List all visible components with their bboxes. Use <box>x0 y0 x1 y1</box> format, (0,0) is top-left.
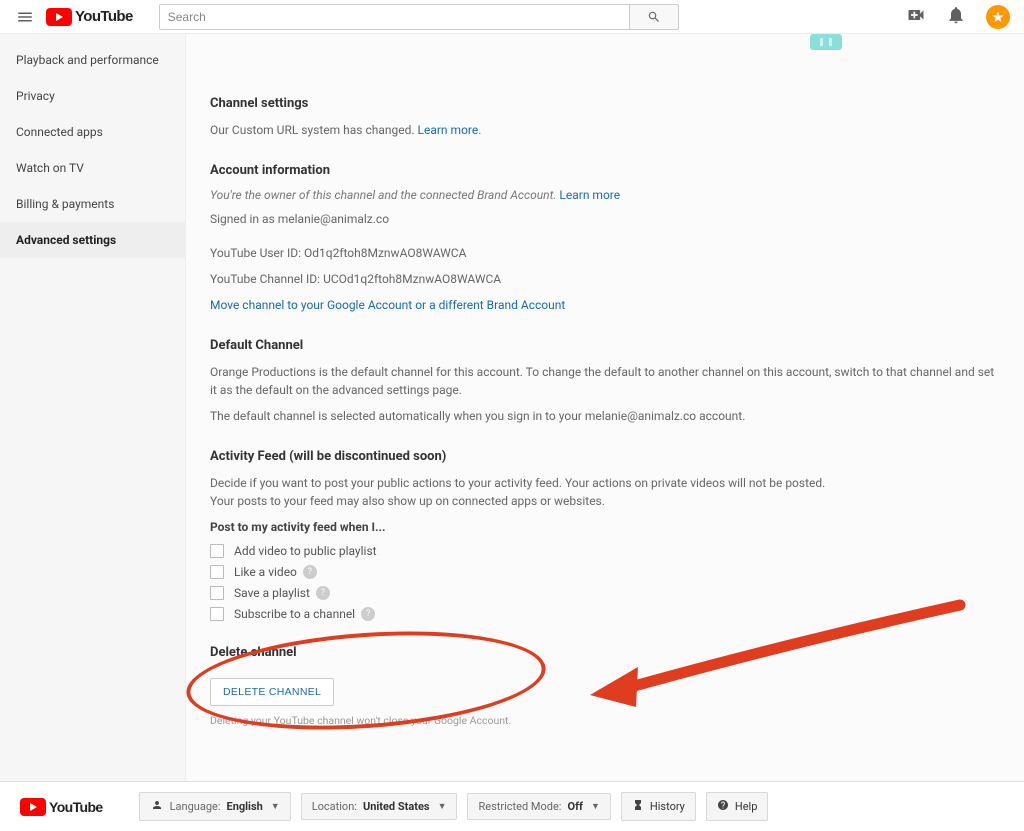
sidebar-item-billing[interactable]: Billing & payments <box>0 186 185 222</box>
main-content: Channel settings Our Custom URL system h… <box>186 34 1024 781</box>
help-icon[interactable]: ? <box>303 565 317 579</box>
section-default-channel: Default Channel Orange Productions is th… <box>210 338 1000 425</box>
account-owner-learn-more[interactable]: Learn more <box>559 188 620 202</box>
settings-sidebar: Playback and performance Privacy Connect… <box>0 34 186 781</box>
top-bar: YouTube <box>0 0 1024 34</box>
search-input[interactable] <box>159 4 629 30</box>
sidebar-item-privacy[interactable]: Privacy <box>0 78 185 114</box>
default-channel-title: Default Channel <box>210 338 1000 353</box>
footer-location-button[interactable]: Location: United States ▼ <box>301 793 458 820</box>
sidebar-item-playback[interactable]: Playback and performance <box>0 42 185 78</box>
channel-settings-learn-more[interactable]: Learn more <box>418 123 479 137</box>
chevron-down-icon: ▼ <box>271 801 280 812</box>
checkbox-like-video[interactable]: Like a video ? <box>210 565 1000 579</box>
checkbox-label: Save a playlist <box>234 586 310 600</box>
section-account-info: Account information You're the owner of … <box>210 163 1000 314</box>
checkbox-label: Subscribe to a channel <box>234 607 355 621</box>
account-info-title: Account information <box>210 163 1000 178</box>
logo-text: YouTube <box>49 799 103 815</box>
footer-bar: YouTube Language: English ▼ Location: Un… <box>0 781 1024 831</box>
youtube-play-icon <box>20 798 46 816</box>
checkbox-icon[interactable] <box>210 586 224 600</box>
signed-in-as: Signed in as melanie@animalz.co <box>210 210 1000 228</box>
chevron-down-icon: ▼ <box>438 801 447 812</box>
logo-text: YouTube <box>75 8 133 25</box>
checkbox-label: Add video to public playlist <box>234 544 377 558</box>
footer-restricted-button[interactable]: Restricted Mode: Off ▼ <box>467 793 610 820</box>
footer-history-button[interactable]: History <box>621 792 696 821</box>
youtube-logo[interactable]: YouTube <box>46 8 133 26</box>
youtube-play-icon <box>46 8 72 26</box>
checkbox-icon[interactable] <box>210 607 224 621</box>
delete-channel-title: Delete channel <box>210 645 1000 660</box>
sidebar-item-advanced-settings[interactable]: Advanced settings <box>0 222 185 258</box>
footer-youtube-logo[interactable]: YouTube <box>20 798 103 816</box>
hourglass-icon <box>632 799 644 814</box>
default-channel-body2: The default channel is selected automati… <box>210 407 1000 425</box>
chevron-down-icon: ▼ <box>591 801 600 812</box>
footer-help-button[interactable]: Help <box>706 792 769 821</box>
menu-icon[interactable] <box>14 6 36 28</box>
sidebar-item-watch-on-tv[interactable]: Watch on TV <box>0 150 185 186</box>
floating-chip <box>810 34 842 50</box>
channel-settings-body: Our Custom URL system has changed. <box>210 123 418 137</box>
help-icon <box>717 799 729 814</box>
help-icon[interactable]: ? <box>361 607 375 621</box>
create-video-icon[interactable] <box>906 5 926 29</box>
channel-settings-title: Channel settings <box>210 96 1000 111</box>
checkbox-add-video[interactable]: Add video to public playlist <box>210 544 1000 558</box>
channel-id-label: YouTube Channel ID: <box>210 272 323 286</box>
search-button[interactable] <box>629 4 679 30</box>
sidebar-item-connected-apps[interactable]: Connected apps <box>0 114 185 150</box>
channel-id-value: UCOd1q2ftoh8MznwAO8WAWCA <box>323 272 501 286</box>
section-activity-feed: Activity Feed (will be discontinued soon… <box>210 449 1000 621</box>
delete-channel-button[interactable]: DELETE CHANNEL <box>210 678 334 706</box>
activity-feed-title: Activity Feed (will be discontinued soon… <box>210 449 1000 464</box>
section-channel-settings: Channel settings Our Custom URL system h… <box>210 96 1000 139</box>
user-id-value: Od1q2ftoh8MznwAO8WAWCA <box>304 246 466 260</box>
help-icon[interactable]: ? <box>316 586 330 600</box>
checkbox-icon[interactable] <box>210 565 224 579</box>
move-channel-link[interactable]: Move channel to your Google Account or a… <box>210 298 565 312</box>
activity-feed-body: Decide if you want to post your public a… <box>210 474 830 510</box>
checkbox-save-playlist[interactable]: Save a playlist ? <box>210 586 1000 600</box>
account-owner-line: You're the owner of this channel and the… <box>210 188 559 202</box>
checkbox-subscribe[interactable]: Subscribe to a channel ? <box>210 607 1000 621</box>
checkbox-label: Like a video <box>234 565 297 579</box>
activity-feed-post-title: Post to my activity feed when I... <box>210 520 1000 534</box>
footer-language-button[interactable]: Language: English ▼ <box>139 792 291 821</box>
language-icon <box>150 799 164 814</box>
user-id-label: YouTube User ID: <box>210 246 304 260</box>
notifications-icon[interactable] <box>946 5 966 29</box>
section-delete-channel: Delete channel DELETE CHANNEL Deleting y… <box>210 645 1000 757</box>
search-icon <box>647 10 661 24</box>
delete-channel-note: Deleting your YouTube channel won't clos… <box>210 714 1000 727</box>
checkbox-icon[interactable] <box>210 544 224 558</box>
default-channel-body1: Orange Productions is the default channe… <box>210 363 1000 399</box>
avatar[interactable] <box>986 5 1010 29</box>
search-form <box>159 4 679 30</box>
